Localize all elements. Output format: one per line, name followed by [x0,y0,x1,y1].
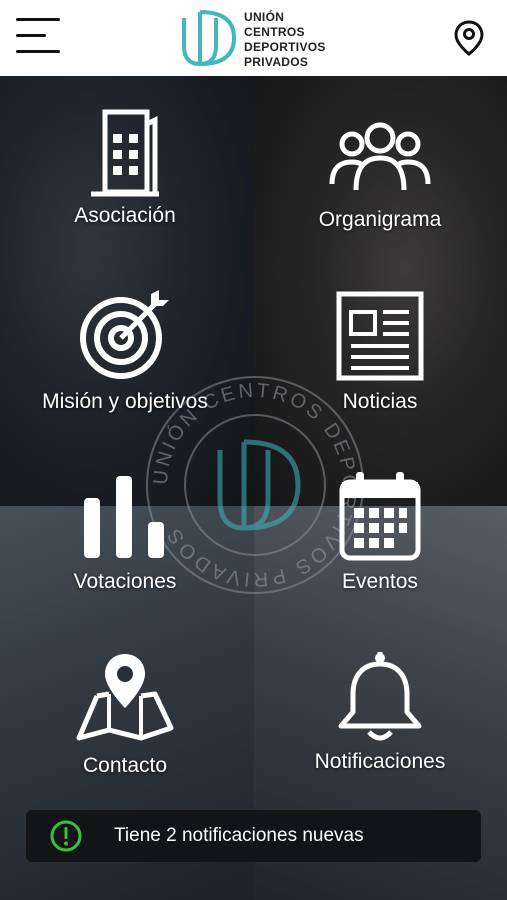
tile-eventos[interactable]: Eventos [265,470,495,594]
group-icon [329,122,431,191]
tile-notificaciones[interactable]: Notificaciones [265,650,495,774]
tile-mision-objetivos[interactable]: Misión y objetivos [10,290,240,414]
target-icon [80,290,169,379]
alert-circle-icon [50,820,82,852]
newspaper-icon [336,291,424,381]
tile-asociacion[interactable]: Asociación [10,106,240,228]
tile-votaciones[interactable]: Votaciones [10,474,240,594]
tile-noticias[interactable]: Noticias [265,290,495,414]
tile-label: Asociación [74,204,176,227]
tile-contacto[interactable]: Contacto [10,652,240,778]
toast-message: Tiene 2 notificaciones nuevas [114,825,364,846]
tile-organigrama[interactable]: Organigrama [265,116,495,232]
tile-label: Votaciones [73,570,177,593]
calendar-icon [339,472,421,561]
tile-label: Organigrama [318,208,442,231]
tile-label: Contacto [82,754,168,777]
tile-label: Noticias [342,390,418,413]
bell-icon [338,652,422,741]
building-icon [91,109,159,197]
location-pin-icon[interactable] [454,20,484,56]
tile-label: Misión y objetivos [42,390,208,413]
bar-chart-icon [84,476,164,558]
app-header: UNIÓN CENTROS DEPORTIVOS PRIVADOS [0,0,507,76]
map-pin-icon [76,654,174,741]
tile-label: Notificaciones [314,750,446,773]
app-logo: UNIÓN CENTROS DEPORTIVOS PRIVADOS [180,8,340,69]
logo-wordmark: UNIÓN CENTROS DEPORTIVOS PRIVADOS [244,10,326,69]
tile-label: Eventos [342,570,418,593]
logo-mark-icon [182,10,237,67]
notification-toast[interactable]: Tiene 2 notificaciones nuevas [26,810,481,862]
hamburger-menu-icon[interactable] [16,16,62,56]
